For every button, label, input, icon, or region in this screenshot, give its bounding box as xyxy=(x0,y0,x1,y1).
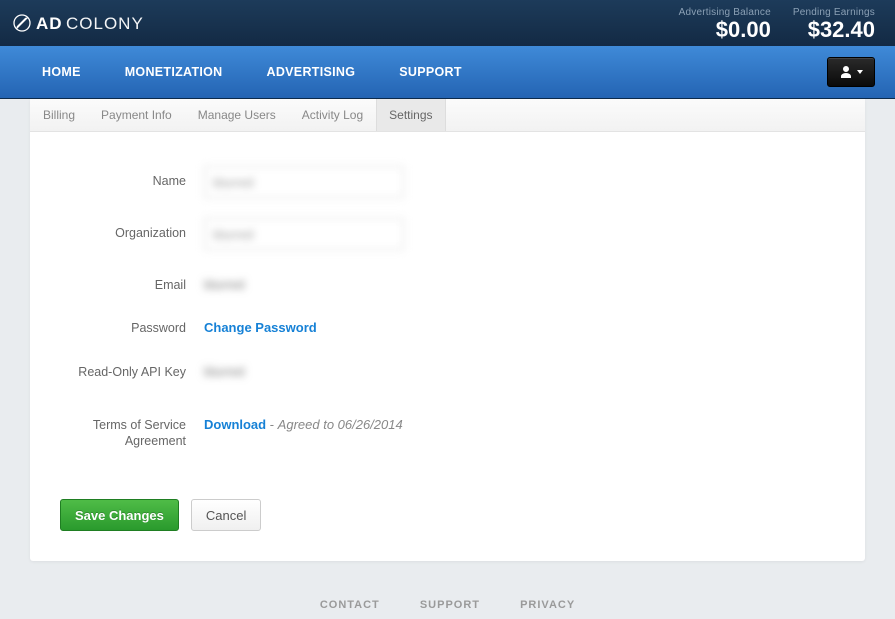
organization-input[interactable] xyxy=(204,218,404,250)
tos-download-link[interactable]: Download xyxy=(204,417,266,432)
svg-text:AD: AD xyxy=(36,14,63,33)
svg-text:COLONY: COLONY xyxy=(66,14,144,33)
nav-advertising[interactable]: ADVERTISING xyxy=(245,47,378,97)
footer-privacy[interactable]: PRIVACY xyxy=(520,599,575,611)
name-input[interactable] xyxy=(204,166,404,198)
user-icon xyxy=(839,65,853,79)
tos-label: Terms of Service Agreement xyxy=(60,410,204,450)
tos-sep: - xyxy=(266,417,278,432)
footer: CONTACT SUPPORT PRIVACY xyxy=(0,561,895,619)
topbar: AD COLONY Advertising Balance $0.00 Pend… xyxy=(0,0,895,46)
main-nav: HOME MONETIZATION ADVERTISING SUPPORT xyxy=(0,46,895,99)
email-value: blurred xyxy=(204,270,244,292)
nav-home[interactable]: HOME xyxy=(20,47,103,97)
save-button[interactable]: Save Changes xyxy=(60,499,179,531)
form-actions: Save Changes Cancel xyxy=(30,499,865,561)
change-password-link[interactable]: Change Password xyxy=(204,320,317,335)
password-label: Password xyxy=(60,313,204,336)
settings-form: Name Organization Email blurred Password… xyxy=(30,132,865,499)
email-label: Email xyxy=(60,270,204,293)
subtab-billing[interactable]: Billing xyxy=(30,99,88,131)
api-key-label: Read-Only API Key xyxy=(60,357,204,380)
name-label: Name xyxy=(60,166,204,189)
cancel-button[interactable]: Cancel xyxy=(191,499,261,531)
brand-logo[interactable]: AD COLONY xyxy=(12,10,172,36)
content-panel: Billing Payment Info Manage Users Activi… xyxy=(30,99,865,561)
advertising-balance: Advertising Balance $0.00 xyxy=(679,3,771,42)
balance-label: Advertising Balance xyxy=(679,3,771,18)
earnings-label: Pending Earnings xyxy=(793,3,875,18)
pending-earnings: Pending Earnings $32.40 xyxy=(793,3,875,42)
nav-support[interactable]: SUPPORT xyxy=(377,47,484,97)
subtabs: Billing Payment Info Manage Users Activi… xyxy=(30,99,865,132)
tos-agreed-text: Agreed to 06/26/2014 xyxy=(278,417,403,432)
balance-value: $0.00 xyxy=(679,18,771,42)
subtab-manage-users[interactable]: Manage Users xyxy=(185,99,289,131)
user-menu-button[interactable] xyxy=(827,57,875,87)
organization-label: Organization xyxy=(60,218,204,241)
subtab-payment-info[interactable]: Payment Info xyxy=(88,99,185,131)
api-key-value: blurred xyxy=(204,357,244,379)
chevron-down-icon xyxy=(857,70,863,74)
subtab-activity-log[interactable]: Activity Log xyxy=(289,99,376,131)
subtab-settings[interactable]: Settings xyxy=(376,99,445,131)
footer-support[interactable]: SUPPORT xyxy=(420,599,480,611)
earnings-value: $32.40 xyxy=(793,18,875,42)
footer-contact[interactable]: CONTACT xyxy=(320,599,380,611)
nav-monetization[interactable]: MONETIZATION xyxy=(103,47,245,97)
